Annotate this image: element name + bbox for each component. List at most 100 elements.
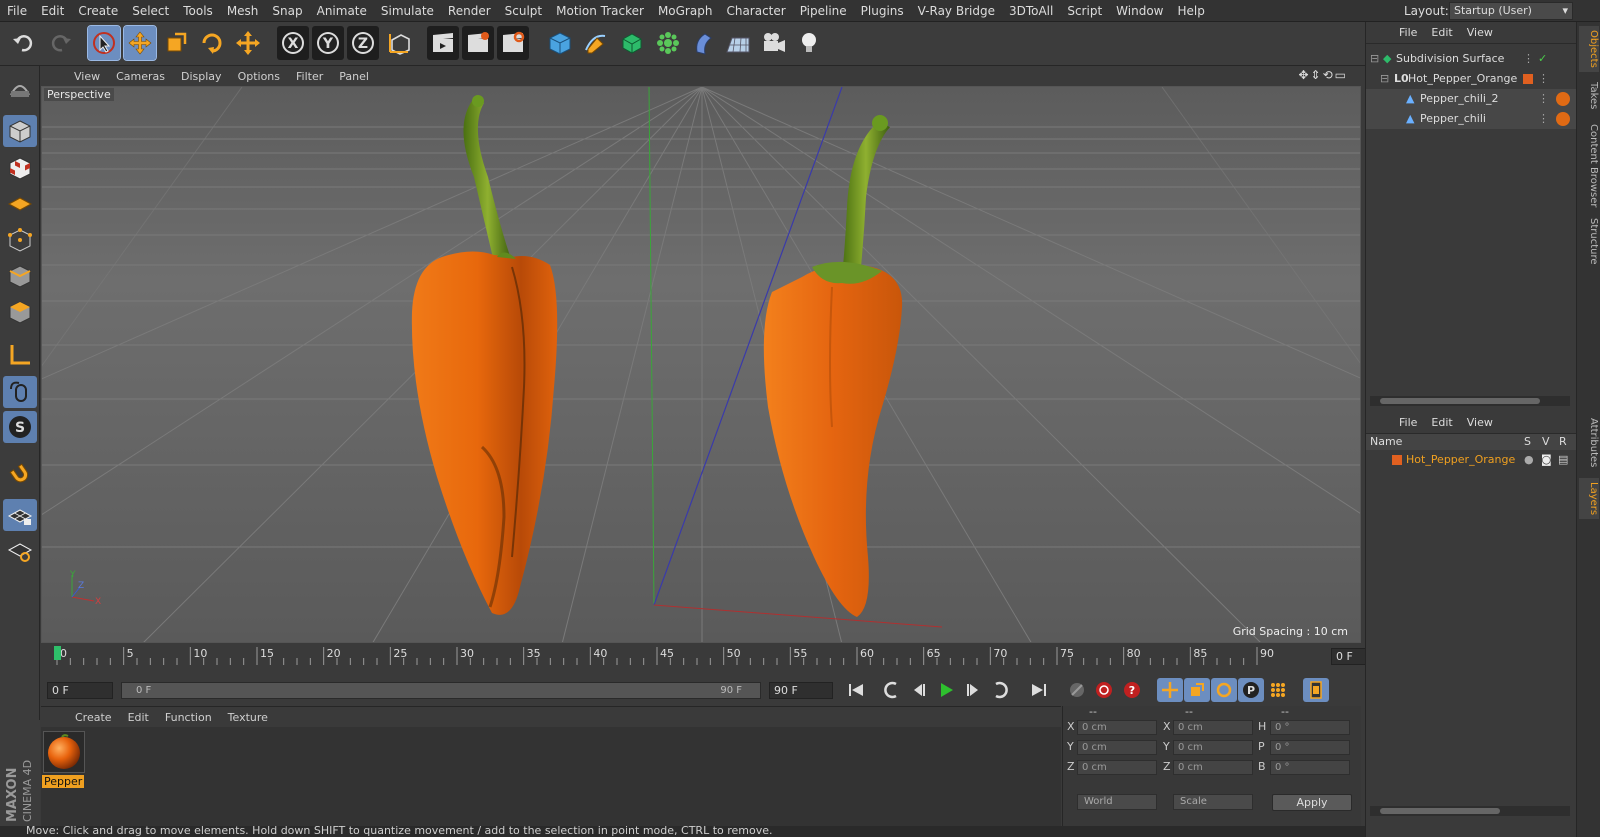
move-tool-button[interactable] bbox=[123, 25, 157, 61]
go-to-start-button[interactable] bbox=[843, 678, 869, 702]
viewport-menu-cameras[interactable]: Cameras bbox=[108, 70, 173, 83]
tab-layers[interactable]: Layers bbox=[1579, 478, 1599, 520]
lock-y-button[interactable]: Y bbox=[312, 26, 344, 60]
collapse-icon[interactable]: ⊟ bbox=[1380, 69, 1389, 89]
previous-key-button[interactable] bbox=[879, 678, 905, 702]
undo-button[interactable] bbox=[8, 26, 40, 60]
material-menu-create[interactable]: Create bbox=[67, 711, 120, 724]
coordinate-space-select[interactable]: World bbox=[1077, 794, 1157, 810]
collapse-icon[interactable]: ⊟ bbox=[1370, 49, 1379, 69]
size-y-field[interactable]: 0 cm bbox=[1173, 740, 1253, 755]
lock-x-button[interactable]: X bbox=[277, 26, 309, 60]
menu-mograph[interactable]: MoGraph bbox=[651, 0, 720, 22]
light-button[interactable] bbox=[793, 26, 825, 60]
coordinate-system-button[interactable] bbox=[384, 26, 416, 60]
menu-create[interactable]: Create bbox=[71, 0, 125, 22]
cloner-button[interactable] bbox=[652, 26, 684, 60]
menu-help[interactable]: Help bbox=[1170, 0, 1211, 22]
position-y-field[interactable]: 0 cm bbox=[1077, 740, 1157, 755]
render-clapper-icon[interactable]: ▤ bbox=[1558, 450, 1568, 470]
go-to-end-button[interactable] bbox=[1026, 678, 1052, 702]
material-menu-edit[interactable]: Edit bbox=[120, 711, 157, 724]
visibility-dots-icon[interactable]: ⋮ bbox=[1523, 49, 1534, 69]
om-menu-view[interactable]: View bbox=[1460, 26, 1500, 39]
live-selection-button[interactable] bbox=[87, 25, 121, 61]
viewport-menu-view[interactable]: View bbox=[66, 70, 108, 83]
om-menu-edit[interactable]: Edit bbox=[1424, 26, 1459, 39]
key-scale-button[interactable] bbox=[1184, 678, 1210, 702]
subdivision-surface-button[interactable] bbox=[616, 26, 648, 60]
previous-frame-button[interactable] bbox=[906, 678, 932, 702]
edges-mode-button[interactable] bbox=[3, 260, 37, 292]
texture-mode-button[interactable] bbox=[3, 152, 37, 184]
key-position-button[interactable] bbox=[1157, 678, 1183, 702]
lock-z-button[interactable]: Z bbox=[347, 26, 379, 60]
layer-manager-scrollbar[interactable] bbox=[1370, 806, 1570, 816]
position-z-field[interactable]: 0 cm bbox=[1077, 760, 1157, 775]
start-frame-field[interactable]: 0 F bbox=[47, 682, 113, 699]
next-key-button[interactable] bbox=[987, 678, 1013, 702]
workplane-align-button[interactable] bbox=[3, 535, 37, 567]
next-frame-button[interactable] bbox=[960, 678, 986, 702]
viewport-menu-panel[interactable]: Panel bbox=[331, 70, 377, 83]
floor-button[interactable] bbox=[722, 26, 754, 60]
perspective-viewport[interactable]: Y Z X Perspective Grid Spacing : 10 cm bbox=[41, 86, 1361, 643]
viewport-menu-options[interactable]: Options bbox=[230, 70, 288, 83]
cube-object-button[interactable] bbox=[544, 26, 576, 60]
om-menu-file[interactable]: File bbox=[1392, 26, 1424, 39]
rotation-b-field[interactable]: 0 ° bbox=[1270, 760, 1350, 775]
render-settings-button[interactable] bbox=[497, 26, 529, 60]
menu-character[interactable]: Character bbox=[719, 0, 792, 22]
size-z-field[interactable]: 0 cm bbox=[1173, 760, 1253, 775]
key-parameter-button[interactable]: P bbox=[1238, 678, 1264, 702]
position-x-field[interactable]: 0 cm bbox=[1077, 720, 1157, 735]
visibility-dots-icon[interactable]: ⋮ bbox=[1538, 69, 1549, 89]
menu-sculpt[interactable]: Sculpt bbox=[498, 0, 549, 22]
object-row-hot-pepper-orange[interactable]: ⊟ L0 Hot_Pepper_Orange ⋮ bbox=[1366, 69, 1577, 89]
lm-menu-view[interactable]: View bbox=[1460, 416, 1500, 429]
lm-menu-edit[interactable]: Edit bbox=[1424, 416, 1459, 429]
viewport-menu-filter[interactable]: Filter bbox=[288, 70, 331, 83]
tab-objects[interactable]: Objects bbox=[1579, 26, 1599, 72]
enabled-check-icon[interactable]: ✓ bbox=[1538, 49, 1547, 69]
visibility-dots-icon[interactable]: ⋮ bbox=[1538, 109, 1549, 129]
object-manager-scrollbar[interactable] bbox=[1370, 396, 1570, 406]
axis-mode-button[interactable] bbox=[3, 339, 37, 371]
rotation-p-field[interactable]: 0 ° bbox=[1270, 740, 1350, 755]
points-mode-button[interactable] bbox=[3, 224, 37, 256]
menu-pipeline[interactable]: Pipeline bbox=[793, 0, 854, 22]
visibility-dots-icon[interactable]: ⋮ bbox=[1538, 89, 1549, 109]
key-rotation-button[interactable] bbox=[1211, 678, 1237, 702]
layer-row-hot-pepper-orange[interactable]: Hot_Pepper_Orange ● ◙ ▤ bbox=[1366, 450, 1577, 470]
play-button[interactable] bbox=[933, 678, 959, 702]
deformer-button[interactable] bbox=[688, 26, 720, 60]
motion-path-button[interactable] bbox=[1064, 678, 1090, 702]
menu-script[interactable]: Script bbox=[1060, 0, 1109, 22]
tab-structure[interactable]: Structure bbox=[1579, 214, 1599, 269]
viewport-navigation-icons[interactable]: ✥⇕⟲▭ bbox=[1298, 68, 1348, 82]
material-thumbnail[interactable] bbox=[43, 731, 85, 773]
menu-mesh[interactable]: Mesh bbox=[220, 0, 266, 22]
size-x-field[interactable]: 0 cm bbox=[1173, 720, 1253, 735]
render-view-button[interactable] bbox=[427, 26, 459, 60]
model-mode-button[interactable] bbox=[3, 115, 37, 147]
playhead[interactable] bbox=[54, 646, 61, 660]
polygons-mode-button[interactable] bbox=[3, 296, 37, 328]
tab-takes[interactable]: Takes bbox=[1579, 78, 1599, 113]
material-menu-texture[interactable]: Texture bbox=[220, 711, 276, 724]
menu-plugins[interactable]: Plugins bbox=[854, 0, 911, 22]
workplane-lock-button[interactable] bbox=[3, 499, 37, 531]
menu-motion-tracker[interactable]: Motion Tracker bbox=[549, 0, 651, 22]
menu-animate[interactable]: Animate bbox=[310, 0, 374, 22]
redo-button[interactable] bbox=[44, 26, 76, 60]
recent-tool-button[interactable] bbox=[232, 26, 264, 60]
render-picture-viewer-button[interactable] bbox=[462, 26, 494, 60]
menu-render[interactable]: Render bbox=[441, 0, 498, 22]
material-name-label[interactable]: Pepper bbox=[42, 775, 85, 788]
frame-range-slider[interactable]: 0 F 90 F bbox=[121, 682, 761, 699]
tab-content-browser[interactable]: Content Browser bbox=[1579, 120, 1599, 211]
menu-file[interactable]: File bbox=[0, 0, 34, 22]
rotate-tool-button[interactable] bbox=[196, 26, 228, 60]
workplane-mode-button[interactable] bbox=[3, 187, 37, 219]
menu-3dtoall[interactable]: 3DToAll bbox=[1002, 0, 1060, 22]
